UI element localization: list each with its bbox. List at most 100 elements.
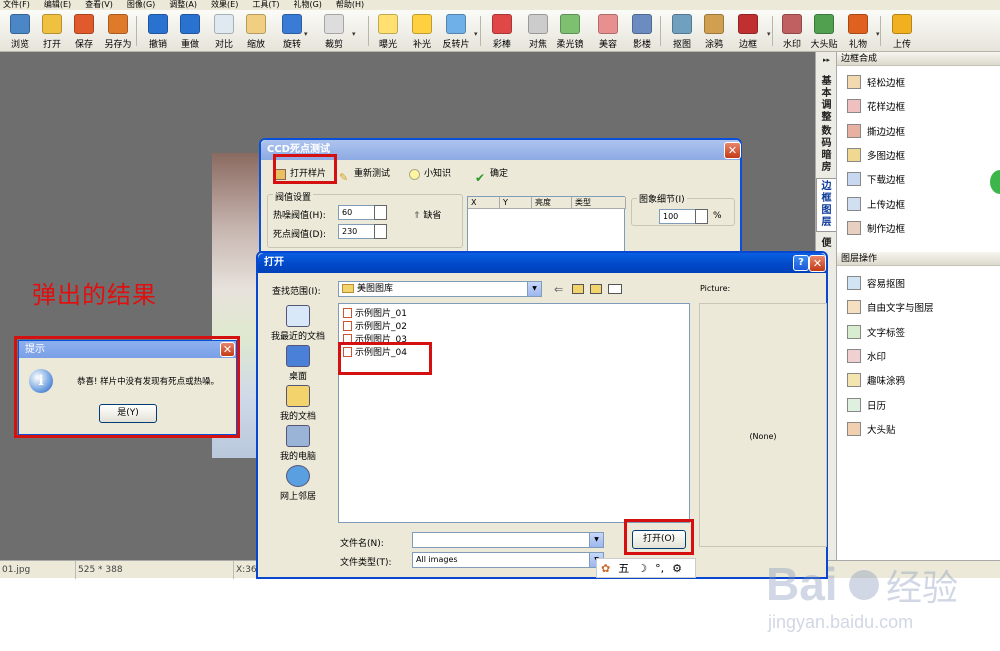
menu-item[interactable]: 帮助(H) (336, 0, 364, 10)
file-item[interactable]: 示例图片_02 (343, 319, 407, 332)
place-desktop[interactable]: 桌面 (262, 345, 334, 385)
ok-label: 确定 (490, 169, 509, 179)
compare-icon (214, 14, 234, 34)
toolbar-resize-button[interactable]: 缩放 (238, 12, 274, 50)
panel-item[interactable]: 趣味涂鸦 (847, 371, 905, 389)
filename-input[interactable]: ▼ (412, 532, 604, 548)
detail-input[interactable]: 100 (659, 209, 699, 224)
result-grid[interactable]: X Y 亮度 类型 (467, 196, 626, 256)
vtab-frame-layer[interactable]: 边框图层 (816, 178, 837, 232)
tips-button[interactable]: 小知识 (409, 165, 451, 183)
panel-item[interactable]: 大头贴 (847, 420, 896, 438)
toolbar-studio-button[interactable]: 影楼 (624, 12, 660, 50)
default-button[interactable]: ⇑ 缺省 (413, 208, 441, 221)
lookin-value: 美图图库 (357, 284, 394, 294)
back-icon[interactable]: ⇐ (554, 283, 563, 296)
toolbar-browse-button[interactable]: 浏览 (2, 12, 38, 50)
menu-item[interactable]: 调整(A) (169, 0, 197, 10)
place-mycomputer[interactable]: 我的电脑 (262, 425, 334, 465)
toolbar-frame-button[interactable]: 边框 (730, 12, 766, 50)
toolbar-compare-button[interactable]: 对比 (206, 12, 242, 50)
toolbar-redo-button[interactable]: 重做 (172, 12, 208, 50)
panel-item[interactable]: 轻松边框 (847, 73, 905, 91)
desktop-icon (286, 345, 310, 367)
toolbar-gift-button[interactable]: 礼物 (840, 12, 876, 50)
panel-item[interactable]: 水印 (847, 347, 886, 365)
toolbar-cutout-button[interactable]: 抠图 (664, 12, 700, 50)
toolbar-reversal-film-button[interactable]: 反转片 (438, 12, 474, 50)
toolbar-magic-wand-button[interactable]: 彩棒 (484, 12, 520, 50)
view-menu-icon[interactable] (608, 284, 622, 294)
place-mydocs[interactable]: 我的文档 (262, 385, 334, 425)
paw-icon[interactable]: ✿ (601, 562, 610, 575)
vtab-digital-darkroom[interactable]: 数码暗房 (816, 124, 837, 176)
status-image-size: 525 * 388 (76, 561, 234, 579)
menu-item[interactable]: 工具(T) (252, 0, 279, 10)
panel-item[interactable]: 自由文字与图层 (847, 298, 934, 316)
rotate-dropdown-arrow-icon[interactable]: ▾ (304, 30, 308, 38)
toolbar-exposure-button[interactable]: 曝光 (370, 12, 406, 50)
ok-button[interactable]: ✔ 确定 (475, 165, 509, 185)
file-item[interactable]: 示例图片_01 (343, 306, 407, 319)
retest-button[interactable]: ✎ 重新测试 (339, 165, 390, 184)
place-recent[interactable]: 我最近的文档 (262, 305, 334, 345)
panel-item[interactable]: 制作边框 (847, 219, 905, 237)
dead-threshold-input[interactable]: 230 (338, 224, 378, 239)
panel-item[interactable]: 上传边框 (847, 195, 905, 213)
help-icon[interactable]: ? (793, 255, 809, 271)
panel-item[interactable]: 日历 (847, 396, 886, 414)
toolbar-soft-focus-button[interactable]: 柔光镜 (552, 12, 588, 50)
crop-dropdown-arrow-icon[interactable]: ▾ (352, 30, 356, 38)
gift-dropdown-arrow-icon[interactable]: ▾ (876, 30, 880, 38)
moon-icon[interactable]: ☽ (637, 562, 647, 575)
menu-item[interactable]: 查看(V) (85, 0, 113, 10)
new-folder-icon[interactable] (590, 284, 602, 294)
panel-item[interactable]: 文字标签 (847, 323, 905, 341)
toolbar-save-as-button[interactable]: 另存为 (100, 12, 136, 50)
resize-icon (246, 14, 266, 34)
menu-item[interactable]: 礼物(G) (293, 0, 321, 10)
hot-threshold-input[interactable]: 60 (338, 205, 378, 220)
up-folder-icon[interactable] (572, 284, 584, 294)
collapse-arrows-icon[interactable]: ▸▸ (816, 52, 837, 64)
menu-item[interactable]: 图像(G) (127, 0, 155, 10)
vtab-more[interactable]: 便 (816, 236, 837, 252)
menu-item[interactable]: 编辑(E) (44, 0, 71, 10)
lookin-combo[interactable]: 美图图库 ▼ (338, 281, 542, 297)
frame-dropdown-arrow-icon[interactable]: ▾ (767, 30, 771, 38)
toolbar-focus-button[interactable]: 对焦 (520, 12, 556, 50)
panel-item[interactable]: 多图边框 (847, 146, 905, 164)
ccd-close-icon[interactable]: ✕ (724, 142, 741, 159)
toolbar-beauty-button[interactable]: 美容 (590, 12, 626, 50)
toolbar-watermark-button[interactable]: 水印 (774, 12, 810, 50)
gear-icon[interactable]: ⚙ (672, 562, 682, 575)
menu-item[interactable]: 效果(E) (211, 0, 238, 10)
file-list[interactable]: 示例图片_01 示例图片_02 示例图片_03 示例图片_04 (338, 303, 690, 523)
panel-item[interactable]: 撕边边框 (847, 122, 905, 140)
vtab-basic-adjust[interactable]: 基本调整 (816, 74, 837, 126)
panel-item[interactable]: 下载边框 (847, 170, 905, 188)
detail-spin[interactable] (695, 209, 708, 224)
panel-item[interactable]: 容易抠图 (847, 274, 905, 292)
punctuation-icon[interactable]: °, (655, 562, 664, 575)
my-documents-icon (286, 385, 310, 407)
toolbar-fill-light-button[interactable]: 补光 (404, 12, 440, 50)
place-network[interactable]: 网上邻居 (262, 465, 334, 505)
toolbar-open-folder-button[interactable]: 打开 (34, 12, 70, 50)
open-dialog-close-icon[interactable]: ✕ (809, 255, 826, 272)
filetype-combo[interactable]: All images ▼ (412, 552, 604, 568)
dead-threshold-spin[interactable] (374, 224, 387, 239)
toolbar-graffiti-button[interactable]: 涂鸦 (696, 12, 732, 50)
toolbar-sticker-button[interactable]: 大头贴 (806, 12, 842, 50)
toolbar-label: 对比 (214, 40, 233, 50)
toolbar-crop-button[interactable]: 裁剪 (316, 12, 352, 50)
ime-mode[interactable]: 五 (618, 560, 629, 576)
toolbar-upload-button[interactable]: 上传 (884, 12, 920, 50)
panel-item[interactable]: 花样边框 (847, 97, 905, 115)
toolbar-save-button[interactable]: 保存 (66, 12, 102, 50)
reversal-film-dropdown-arrow-icon[interactable]: ▾ (474, 30, 478, 38)
hot-threshold-spin[interactable] (374, 205, 387, 220)
menu-item[interactable]: 文件(F) (3, 0, 30, 10)
filetype-label: 文件类型(T): (340, 558, 392, 568)
toolbar-undo-button[interactable]: 撤销 (140, 12, 176, 50)
